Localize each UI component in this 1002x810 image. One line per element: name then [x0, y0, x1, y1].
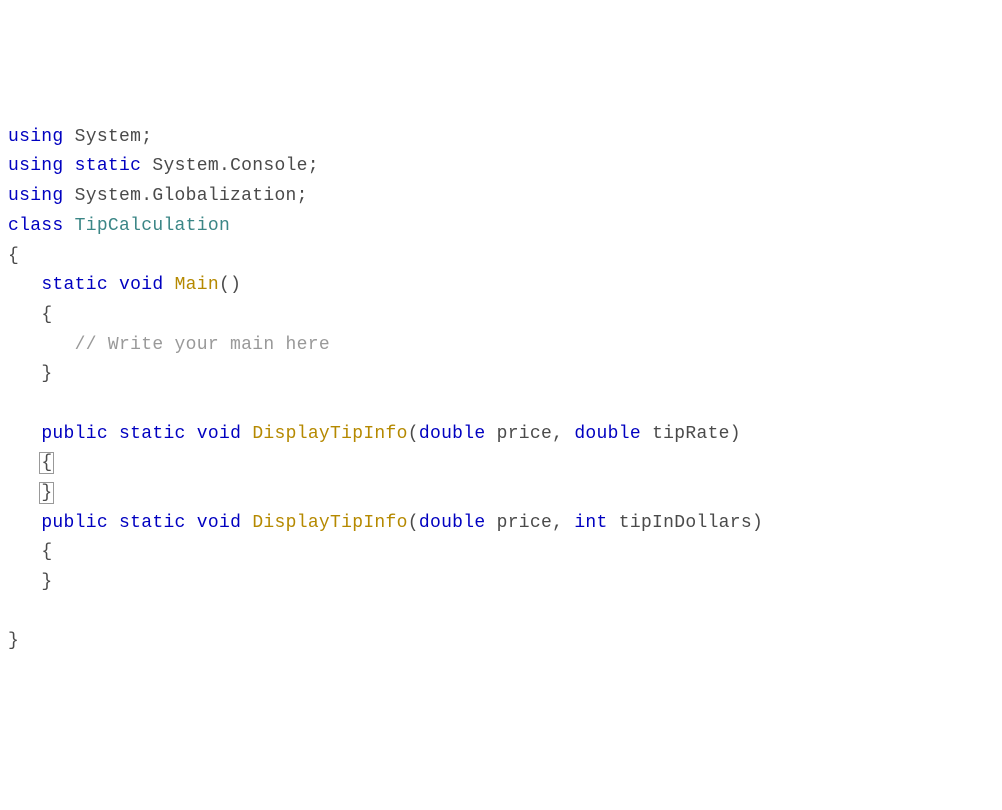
keyword-void: void [119, 275, 163, 295]
close-brace: } [41, 572, 52, 592]
type-keyword: int [574, 513, 607, 533]
close-paren: ) [730, 424, 741, 444]
keyword-public: public [41, 513, 108, 533]
keyword-public: public [41, 424, 108, 444]
semicolon: ; [297, 186, 308, 206]
code-line: static void Main() [8, 275, 241, 295]
code-line: using static System.Console; [8, 156, 319, 176]
type-keyword: double [419, 424, 486, 444]
type-keyword: double [574, 424, 641, 444]
param-name: price [497, 424, 553, 444]
keyword-using: using [8, 186, 64, 206]
type-keyword: double [419, 513, 486, 533]
class-name: TipCalculation [75, 216, 230, 236]
open-brace: { [41, 305, 52, 325]
close-brace: } [8, 631, 19, 651]
code-line: } [8, 364, 52, 384]
open-paren: ( [408, 513, 419, 533]
comment: // Write your main here [75, 335, 330, 355]
namespace: System.Globalization [75, 186, 297, 206]
close-brace-cursor: } [39, 482, 54, 504]
code-line: } [8, 572, 52, 592]
semicolon: ; [141, 127, 152, 147]
semicolon: ; [308, 156, 319, 176]
parens: () [219, 275, 241, 295]
code-line: { [8, 453, 54, 473]
code-line: public static void DisplayTipInfo(double… [8, 513, 763, 533]
method-name: Main [175, 275, 219, 295]
namespace: System [75, 127, 142, 147]
code-line: { [8, 305, 52, 325]
code-line: { [8, 542, 52, 562]
code-line: public static void DisplayTipInfo(double… [8, 424, 741, 444]
keyword-class: class [8, 216, 64, 236]
open-brace: { [8, 246, 19, 266]
keyword-static: static [75, 156, 142, 176]
keyword-static: static [119, 513, 186, 533]
code-line: using System; [8, 127, 152, 147]
param-name: price [497, 513, 553, 533]
code-block: using System; using static System.Consol… [8, 123, 994, 657]
keyword-static: static [41, 275, 108, 295]
param-name: tipInDollars [619, 513, 752, 533]
comma: , [552, 513, 563, 533]
open-paren: ( [408, 424, 419, 444]
namespace: System.Console [152, 156, 307, 176]
code-line: class TipCalculation [8, 216, 230, 236]
keyword-void: void [197, 513, 241, 533]
code-line: { [8, 246, 19, 266]
param-name: tipRate [652, 424, 730, 444]
code-line: // Write your main here [8, 335, 330, 355]
keyword-using: using [8, 156, 64, 176]
keyword-void: void [197, 424, 241, 444]
code-line: using System.Globalization; [8, 186, 308, 206]
comma: , [552, 424, 563, 444]
open-brace-cursor: { [39, 452, 54, 474]
method-name: DisplayTipInfo [252, 513, 407, 533]
code-line: } [8, 631, 19, 651]
open-brace: { [41, 542, 52, 562]
keyword-static: static [119, 424, 186, 444]
keyword-using: using [8, 127, 64, 147]
close-brace: } [41, 364, 52, 384]
method-name: DisplayTipInfo [252, 424, 407, 444]
code-line: } [8, 483, 54, 503]
close-paren: ) [752, 513, 763, 533]
